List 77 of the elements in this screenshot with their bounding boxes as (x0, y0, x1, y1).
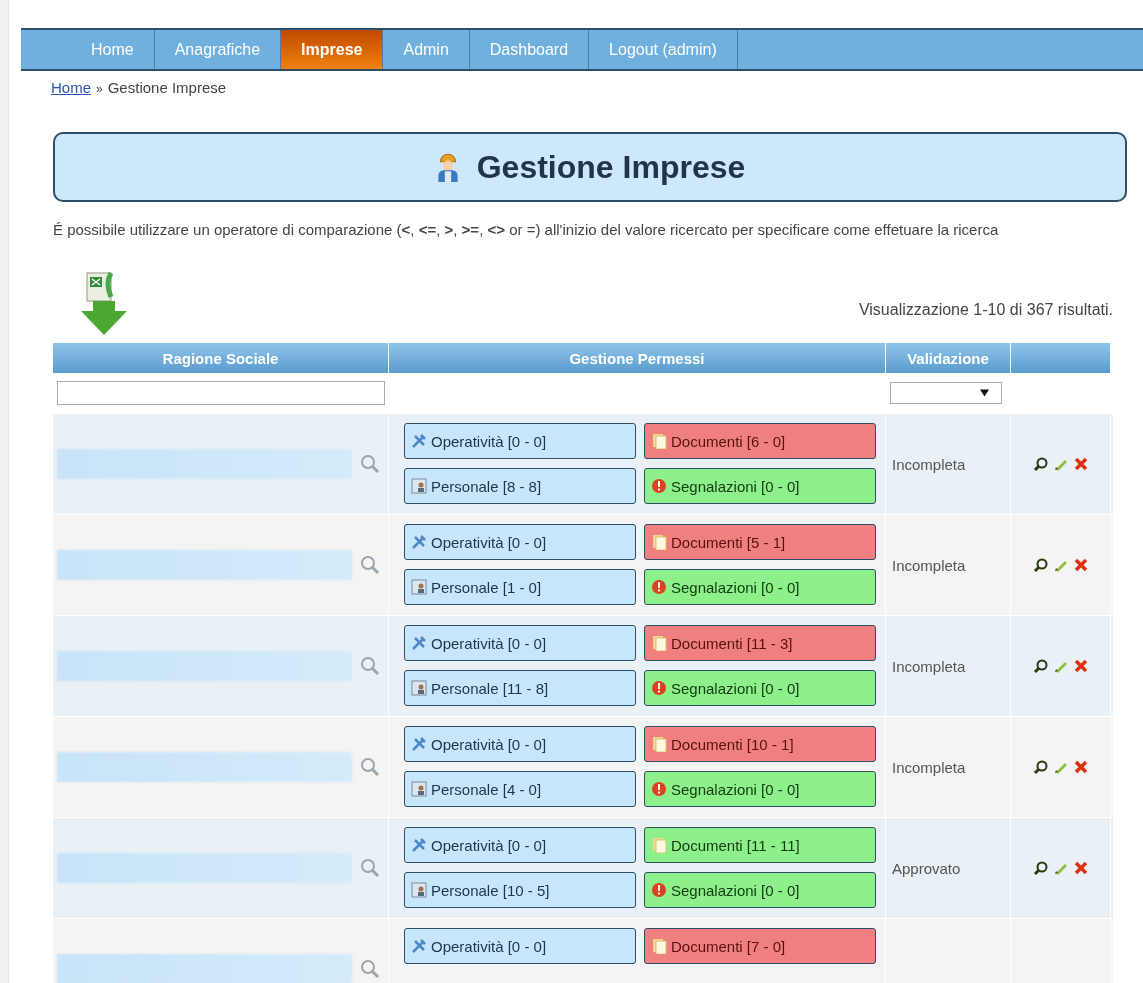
documenti-button[interactable]: Documenti [10 - 1] (644, 726, 876, 762)
validation-status: Incompleta (892, 657, 966, 675)
search-icon[interactable] (360, 656, 380, 676)
delete-icon[interactable] (1072, 658, 1089, 674)
validation-status: Incompleta (892, 758, 966, 776)
validation-filter[interactable] (890, 382, 1002, 404)
personale-button[interactable]: Personale [8 - 8] (404, 468, 636, 504)
tools-icon (411, 736, 427, 752)
documents-icon (651, 635, 667, 651)
search-hint: É possibile utilizzare un operatore di comparazione (<, <=, >, >=, <> or =) all'inizio del valore ricercato per specificare come effetuare la ricerca (53, 220, 1000, 239)
documenti-button[interactable]: Documenti [11 - 3] (644, 625, 876, 661)
validation-status: Incompleta (892, 455, 966, 473)
breadcrumb-link[interactable]: Home (51, 79, 91, 96)
personale-button[interactable]: Personale [1 - 0] (404, 569, 636, 605)
nav-tab[interactable]: Imprese (281, 30, 384, 69)
documents-icon (651, 433, 667, 449)
id-card-icon (411, 781, 427, 797)
alert-icon (651, 882, 667, 898)
id-card-icon (411, 579, 427, 595)
validation-status: Incompleta (892, 556, 966, 574)
documents-icon (651, 837, 667, 853)
delete-icon[interactable] (1072, 860, 1089, 876)
segnalazioni-button[interactable]: Segnalazioni [0 - 0] (644, 670, 876, 706)
delete-icon[interactable] (1072, 557, 1089, 573)
tools-icon (411, 938, 427, 954)
view-icon[interactable] (1032, 557, 1049, 573)
tools-icon (411, 837, 427, 853)
id-card-icon (411, 882, 427, 898)
search-icon[interactable] (360, 959, 380, 979)
alert-icon (651, 478, 667, 494)
excel-download-icon[interactable] (79, 271, 129, 337)
documents-icon (651, 938, 667, 954)
personale-button[interactable]: Personale [11 - 8] (404, 670, 636, 706)
breadcrumb-separator: » (96, 82, 103, 96)
operativita-button[interactable]: Operatività [0 - 0] (404, 827, 636, 863)
breadcrumb-current: Gestione Imprese (107, 79, 227, 96)
segnalazioni-button[interactable]: Segnalazioni [0 - 0] (644, 872, 876, 908)
alert-icon (651, 579, 667, 595)
delete-icon[interactable] (1072, 759, 1089, 775)
alert-icon (651, 781, 667, 797)
operativita-button[interactable]: Operatività [0 - 0] (404, 423, 636, 459)
segnalazioni-button[interactable]: Segnalazioni [0 - 0] (644, 771, 876, 807)
filter-field[interactable] (57, 381, 385, 405)
segnalazioni-button[interactable]: Segnalazioni [0 - 0] (644, 569, 876, 605)
documenti-button[interactable]: Documenti [6 - 0] (644, 423, 876, 459)
search-icon[interactable] (360, 555, 380, 575)
personale-button[interactable]: Personale [4 - 0] (404, 771, 636, 807)
operativita-button[interactable]: Operatività [0 - 0] (404, 625, 636, 661)
id-card-icon (411, 680, 427, 696)
caret-icon (980, 389, 989, 397)
id-card-icon (411, 478, 427, 494)
view-icon[interactable] (1032, 658, 1049, 674)
operativita-button[interactable]: Operatività [0 - 0] (404, 726, 636, 762)
personale-button[interactable]: Personale [10 - 5] (404, 872, 636, 908)
documents-icon (651, 736, 667, 752)
operativita-button[interactable]: Operatività [0 - 0] (404, 524, 636, 560)
documenti-button[interactable]: Documenti [7 - 0] (644, 928, 876, 964)
column-header: Gestione Permessi (389, 343, 886, 373)
tools-icon (411, 433, 427, 449)
delete-icon[interactable] (1072, 456, 1089, 472)
view-icon[interactable] (1032, 456, 1049, 472)
page-title: Gestione Imprese (476, 148, 746, 186)
segnalazioni-button[interactable]: Segnalazioni [0 - 0] (644, 468, 876, 504)
operativita-button[interactable]: Operatività [0 - 0] (404, 928, 636, 964)
results-summary: Visualizzazione 1-10 di 367 risultati. (858, 301, 1113, 319)
tools-icon (411, 534, 427, 550)
tools-icon (411, 635, 427, 651)
view-icon[interactable] (1032, 759, 1049, 775)
documents-icon (651, 534, 667, 550)
documenti-button[interactable]: Documenti [11 - 11] (644, 827, 876, 863)
view-icon[interactable] (1032, 860, 1049, 876)
validation-status: Approvato (892, 859, 961, 877)
search-icon[interactable] (360, 454, 380, 474)
alert-icon (651, 680, 667, 696)
search-icon[interactable] (360, 757, 380, 777)
search-icon[interactable] (360, 858, 380, 878)
documenti-button[interactable]: Documenti [5 - 1] (644, 524, 876, 560)
